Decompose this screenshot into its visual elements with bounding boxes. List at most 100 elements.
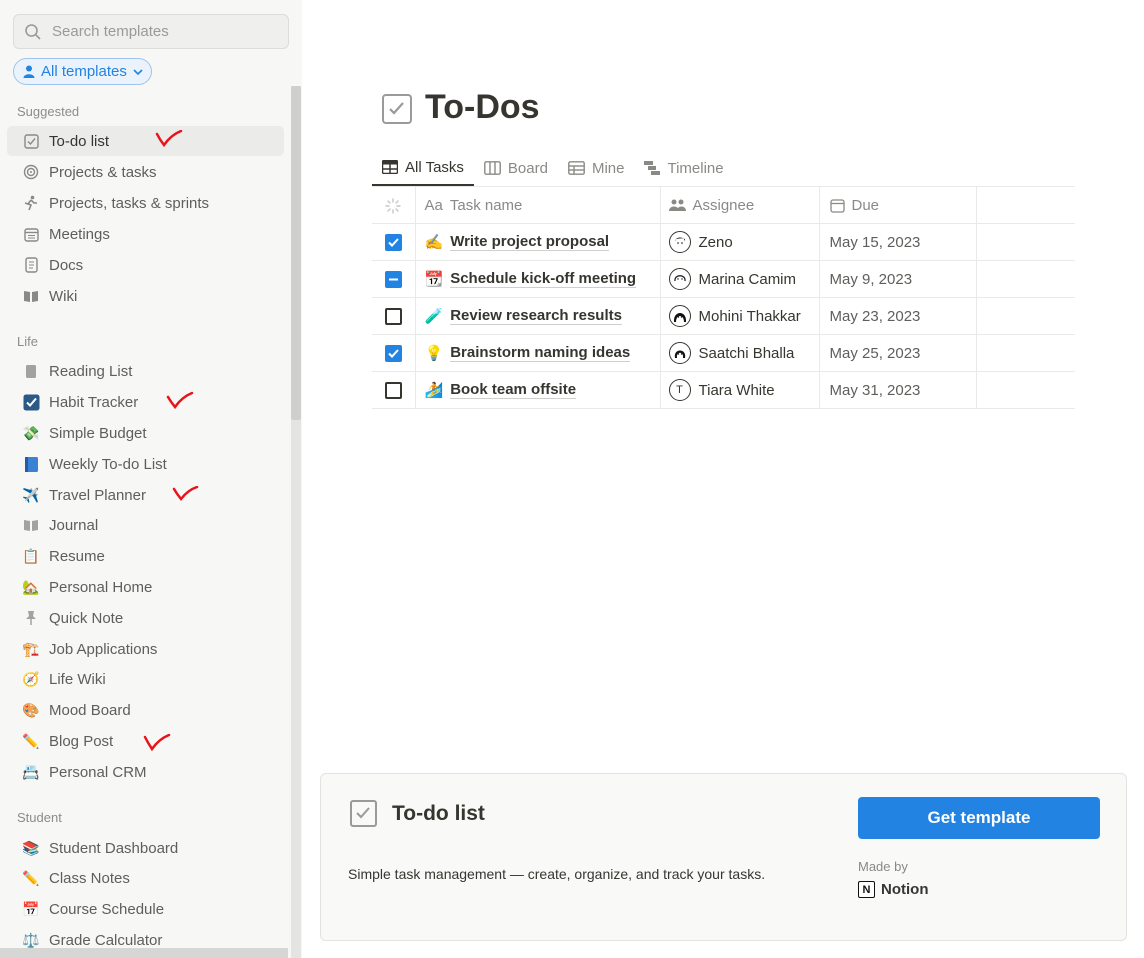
sidebar-item-weekly-to-do-list[interactable]: Weekly To-do List bbox=[7, 449, 284, 479]
due-date: May 15, 2023 bbox=[829, 233, 921, 251]
sidebar-item-label: Meetings bbox=[49, 225, 110, 243]
sidebar-item-label: Journal bbox=[49, 516, 99, 534]
table-row: ✍️ Write project proposal Zeno May 15, 20… bbox=[372, 223, 1075, 261]
assignee-name: Marina Camim bbox=[698, 270, 797, 288]
calendar-icon bbox=[22, 225, 40, 243]
table-row: 🏄 Book team offsite T Tiara White May 31, … bbox=[372, 371, 1075, 409]
checkbox-icon bbox=[22, 132, 40, 150]
pencil-icon: ✏️ bbox=[22, 869, 40, 886]
status-column-header bbox=[372, 186, 416, 224]
sidebar-item-label: Course Schedule bbox=[49, 900, 165, 918]
template-filter-dropdown[interactable]: All templates bbox=[13, 58, 152, 85]
sidebar-item-label: Class Notes bbox=[49, 869, 130, 887]
tab-mine[interactable]: Mine bbox=[558, 150, 635, 186]
sidebar-item-job-applications[interactable]: 🏗️ Job Applications bbox=[7, 634, 284, 664]
sidebar-item-simple-budget[interactable]: 💸 Simple Budget bbox=[7, 418, 284, 448]
sidebar-item-life-wiki[interactable]: 🧭 Life Wiki bbox=[7, 664, 284, 694]
sidebar-item-resume[interactable]: 📋 Resume bbox=[7, 541, 284, 571]
sidebar-item-label: To-do list bbox=[49, 132, 110, 150]
task-name[interactable]: Brainstorm naming ideas bbox=[450, 344, 631, 362]
book-icon bbox=[22, 287, 40, 305]
sidebar-item-label: Docs bbox=[49, 256, 84, 274]
clipboard-icon: 📋 bbox=[22, 547, 40, 564]
avatar bbox=[668, 231, 691, 253]
due-date: May 31, 2023 bbox=[829, 381, 921, 399]
sidebar-item-class-notes[interactable]: ✏️ Class Notes bbox=[7, 863, 284, 893]
annotation-checkmark bbox=[166, 391, 194, 409]
sidebar-item-label: Wiki bbox=[49, 287, 78, 305]
sidebar-item-label: Student Dashboard bbox=[49, 839, 179, 857]
creator-name: Notion bbox=[881, 881, 929, 898]
sidebar-item-label: Life Wiki bbox=[49, 670, 106, 688]
sidebar-item-wiki[interactable]: Wiki bbox=[7, 281, 284, 311]
avatar bbox=[668, 342, 691, 364]
task-name[interactable]: Review research results bbox=[450, 307, 622, 325]
timeline-icon bbox=[644, 161, 661, 175]
tab-all-tasks[interactable]: All Tasks bbox=[372, 150, 474, 186]
sidebar-item-meetings[interactable]: Meetings bbox=[7, 219, 284, 249]
money-icon: 💸 bbox=[22, 424, 40, 441]
task-name[interactable]: Book team offsite bbox=[450, 381, 577, 399]
sidebar-item-travel-planner[interactable]: ✈️ Travel Planner bbox=[7, 480, 284, 510]
sidebar-item-label: Simple Budget bbox=[49, 424, 147, 442]
card-index-icon: 📇 bbox=[22, 763, 40, 780]
scales-icon: ⚖️ bbox=[22, 931, 40, 948]
sidebar-item-projects-tasks-sprints[interactable]: Projects, tasks & sprints bbox=[7, 188, 284, 218]
task-checkbox-unchecked[interactable] bbox=[384, 307, 402, 325]
assignee-column-header[interactable]: Assignee bbox=[660, 186, 820, 224]
section-title-life: Life bbox=[17, 334, 38, 349]
person-icon bbox=[23, 65, 35, 78]
due-column-header[interactable]: Due bbox=[819, 186, 977, 224]
search-box[interactable] bbox=[13, 14, 289, 49]
sidebar-item-mood-board[interactable]: 🎨 Mood Board bbox=[7, 695, 284, 725]
task-checkbox-checked[interactable] bbox=[384, 344, 402, 362]
sidebar-item-to-do-list[interactable]: To-do list bbox=[7, 126, 284, 156]
sidebar-item-projects-tasks[interactable]: Projects & tasks bbox=[7, 157, 284, 187]
checkbox-icon bbox=[350, 800, 377, 827]
horizontal-scrollbar[interactable] bbox=[0, 948, 288, 958]
task-name[interactable]: Schedule kick-off meeting bbox=[450, 270, 637, 288]
sidebar-item-personal-home[interactable]: 🏡 Personal Home bbox=[7, 572, 284, 602]
runner-icon bbox=[22, 194, 40, 212]
page-title: To-Dos bbox=[425, 88, 540, 126]
notion-logo-icon: N bbox=[858, 881, 875, 898]
sidebar-item-docs[interactable]: Docs bbox=[7, 250, 284, 280]
creator[interactable]: N Notion bbox=[858, 881, 928, 898]
palette-icon: 🎨 bbox=[22, 701, 40, 718]
task-name-column-header[interactable]: Aa Task name bbox=[415, 186, 661, 224]
tab-board[interactable]: Board bbox=[474, 150, 558, 186]
task-checkbox-unchecked[interactable] bbox=[384, 381, 402, 399]
task-checkbox-partial[interactable] bbox=[384, 270, 402, 288]
books-icon: 📚 bbox=[22, 839, 40, 856]
table-icon bbox=[382, 160, 398, 174]
book-icon bbox=[22, 516, 40, 534]
sidebar-item-reading-list[interactable]: Reading List bbox=[7, 356, 284, 386]
sidebar-item-student-dashboard[interactable]: 📚 Student Dashboard bbox=[7, 833, 284, 863]
compass-icon: 🧭 bbox=[22, 670, 40, 687]
assignee-name: Tiara White bbox=[698, 381, 775, 399]
section-title-suggested: Suggested bbox=[17, 104, 80, 119]
tab-label: Timeline bbox=[667, 159, 724, 177]
board-icon bbox=[484, 161, 501, 175]
task-name[interactable]: Write project proposal bbox=[450, 233, 610, 251]
sidebar-item-habit-tracker[interactable]: Habit Tracker bbox=[7, 387, 284, 417]
tab-timeline[interactable]: Timeline bbox=[634, 150, 733, 186]
annotation-checkmark bbox=[172, 486, 199, 502]
sidebar-item-journal[interactable]: Journal bbox=[7, 510, 284, 540]
checked-box-icon bbox=[22, 393, 40, 411]
sidebar-item-personal-crm[interactable]: 📇 Personal CRM bbox=[7, 757, 284, 787]
get-template-button[interactable]: Get template bbox=[858, 797, 1100, 839]
sidebar-scrollbar[interactable] bbox=[291, 86, 301, 958]
task-checkbox-checked[interactable] bbox=[384, 233, 402, 251]
task-emoji-icon: 💡 bbox=[424, 345, 444, 362]
search-input[interactable] bbox=[52, 23, 288, 40]
sidebar-item-course-schedule[interactable]: 📅 Course Schedule bbox=[7, 894, 284, 924]
table-header-row: Aa Task name Assignee Due bbox=[372, 186, 1075, 224]
crane-icon: 🏗️ bbox=[22, 640, 40, 657]
sidebar-item-quick-note[interactable]: Quick Note bbox=[7, 603, 284, 633]
sidebar-item-label: Habit Tracker bbox=[49, 393, 139, 411]
scrollbar-thumb[interactable] bbox=[291, 86, 301, 420]
avatar bbox=[668, 305, 691, 327]
section-title-student: Student bbox=[17, 810, 62, 825]
text-property-icon: Aa bbox=[424, 196, 443, 214]
